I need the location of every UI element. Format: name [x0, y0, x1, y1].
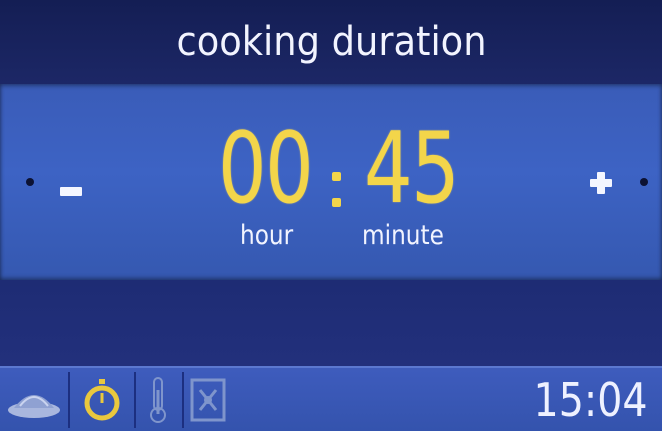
increase-button[interactable] — [584, 166, 618, 200]
time-separator — [330, 170, 342, 216]
timer-panel: 00 45 hour minute — [0, 84, 662, 280]
oven-display: cooking duration 00 45 hour minute 15:04 — [0, 0, 662, 431]
title-bar: cooking duration — [0, 0, 662, 84]
status-divider — [68, 372, 70, 428]
info-band — [0, 280, 662, 366]
status-divider — [134, 372, 136, 428]
decrease-button[interactable] — [58, 174, 84, 208]
status-bar: 15:04 — [0, 366, 662, 431]
minute-label: minute — [362, 220, 444, 251]
status-divider — [182, 372, 184, 428]
thermometer-icon — [138, 374, 178, 426]
heating-mode-icon — [186, 374, 230, 426]
hour-label: hour — [240, 220, 294, 251]
minutes-value[interactable]: 45 — [364, 120, 460, 218]
screen-title: cooking duration — [175, 19, 487, 65]
left-indicator-dot — [26, 178, 34, 186]
minus-icon — [60, 186, 82, 196]
dish-icon — [4, 374, 64, 426]
right-indicator-dot — [640, 178, 648, 186]
hours-value[interactable]: 00 — [218, 120, 314, 218]
timer-icon — [74, 374, 130, 426]
clock-readout: 15:04 — [533, 373, 648, 427]
